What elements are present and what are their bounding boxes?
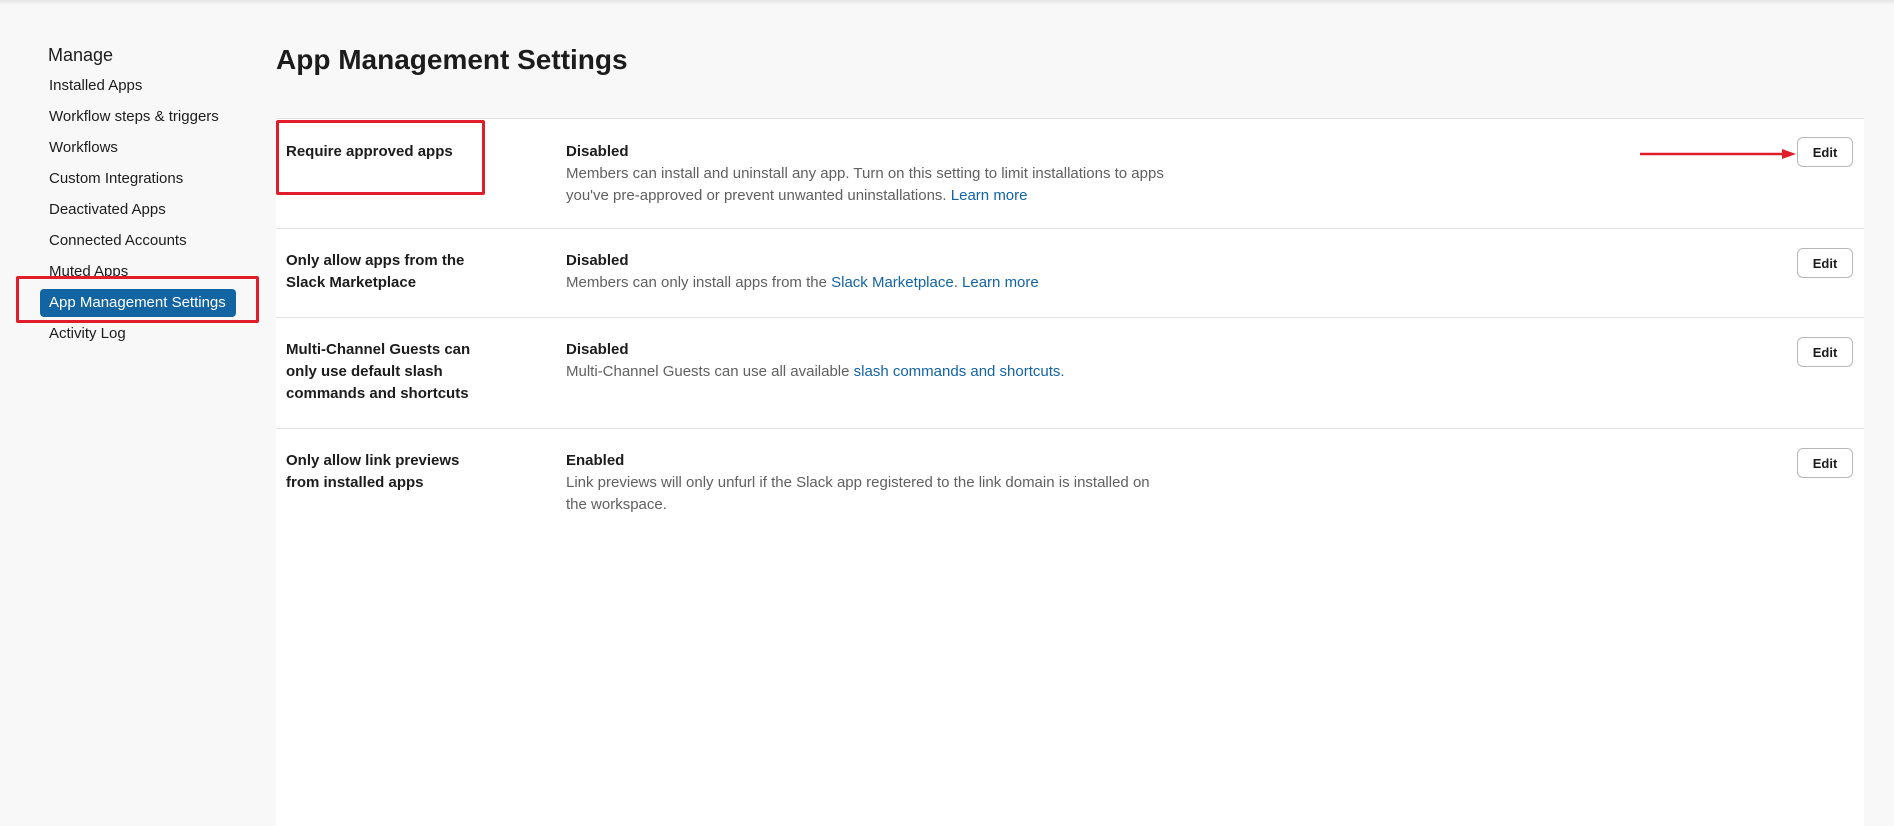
learn-more-link[interactable]: Learn more (962, 274, 1039, 291)
setting-status: Disabled (566, 252, 629, 269)
setting-status: Disabled (566, 143, 629, 160)
description-text: . (953, 274, 958, 291)
sidebar-heading: Manage (48, 45, 114, 65)
sidebar-item-app-management-settings[interactable]: App Management Settings (40, 289, 236, 317)
top-divider (0, 0, 1894, 5)
setting-description: Link previews will only unfurl if the Sl… (566, 472, 1166, 516)
sidebar-item-activity-log[interactable]: Activity Log (40, 318, 260, 349)
setting-name: Multi-Channel Guests can only use defaul… (286, 341, 471, 402)
setting-row-link-previews: Only allow link previews from installed … (276, 429, 1864, 539)
setting-name: Only allow link previews from installed … (286, 452, 460, 491)
slash-commands-link[interactable]: slash commands and shortcuts. (854, 363, 1065, 380)
sidebar-item-workflows[interactable]: Workflows (40, 132, 260, 163)
setting-description: Members can install and uninstall any ap… (566, 163, 1176, 207)
sidebar-item-deactivated-apps[interactable]: Deactivated Apps (40, 194, 260, 225)
sidebar-item-workflow-steps-triggers[interactable]: Workflow steps & triggers (40, 101, 260, 132)
setting-status: Disabled (566, 341, 629, 358)
slack-marketplace-link[interactable]: Slack Marketplace (831, 274, 954, 291)
setting-row-slack-marketplace: Only allow apps from the Slack Marketpla… (276, 229, 1864, 318)
description-text: Members can only install apps from the (566, 274, 827, 291)
description-text: Link previews will only unfurl if the Sl… (566, 474, 1150, 513)
setting-description: Multi-Channel Guests can use all availab… (566, 361, 1176, 383)
description-text: Multi-Channel Guests can use all availab… (566, 363, 850, 380)
sidebar-item-muted-apps[interactable]: Muted Apps (40, 256, 260, 287)
sidebar-item-connected-accounts[interactable]: Connected Accounts (40, 225, 260, 256)
page-title: App Management Settings (276, 44, 628, 75)
setting-name: Require approved apps (286, 143, 453, 160)
setting-row-require-approved-apps: Require approved apps Disabled Members c… (276, 119, 1864, 229)
description-text: Members can install and uninstall any ap… (566, 165, 1164, 204)
setting-description: Members can only install apps from the S… (566, 272, 1176, 294)
edit-button[interactable]: Edit (1797, 248, 1853, 278)
setting-row-multi-channel-guests: Multi-Channel Guests can only use defaul… (276, 318, 1864, 429)
settings-panel: Require approved apps Disabled Members c… (276, 118, 1864, 826)
edit-button[interactable]: Edit (1797, 337, 1853, 367)
sidebar-item-installed-apps[interactable]: Installed Apps (40, 70, 260, 101)
sidebar-item-custom-integrations[interactable]: Custom Integrations (40, 163, 260, 194)
learn-more-link[interactable]: Learn more (951, 187, 1028, 204)
edit-button[interactable]: Edit (1797, 448, 1853, 478)
sidebar-nav: Installed Apps Workflow steps & triggers… (40, 70, 260, 349)
annotation-arrow-icon (1640, 149, 1796, 159)
setting-name: Only allow apps from the Slack Marketpla… (286, 252, 465, 291)
setting-status: Enabled (566, 452, 625, 469)
edit-button[interactable]: Edit (1797, 137, 1853, 167)
sidebar: Manage Installed Apps Workflow steps & t… (0, 0, 275, 826)
